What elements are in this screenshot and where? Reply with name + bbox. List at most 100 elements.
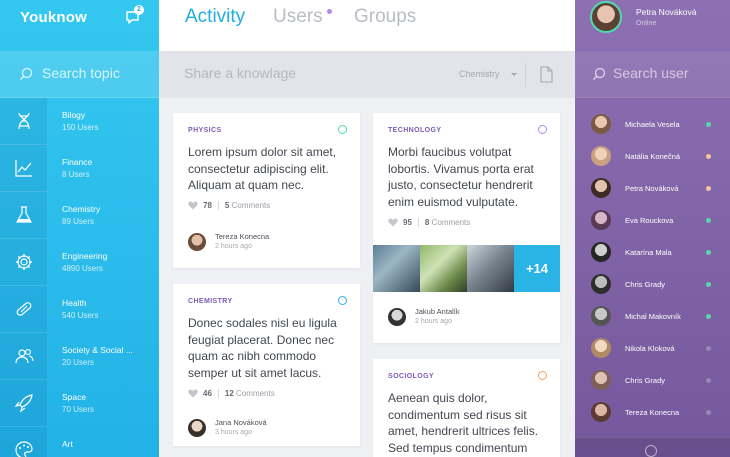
post-tag[interactable]: TECHNOLOGY	[388, 127, 441, 134]
tab-users[interactable]: Users	[273, 6, 332, 28]
user-search-input[interactable]: Search user	[613, 65, 688, 81]
gallery-photo[interactable]	[467, 245, 514, 292]
comments-label: Comments	[236, 389, 275, 398]
share-input[interactable]: Share a knowlage	[184, 65, 296, 81]
gallery-photo[interactable]	[420, 245, 467, 292]
status-dot	[706, 186, 711, 191]
user-list-item[interactable]: Chris Grady	[575, 365, 730, 397]
category-name: Society & Social ...	[62, 345, 133, 355]
category-space[interactable]: Space 70 Users	[0, 380, 159, 427]
user-list-item[interactable]: Katarína Mala	[575, 237, 730, 269]
dna-icon	[17, 112, 30, 130]
user-sidebar: Petra Nováková Online Search user Michae…	[575, 0, 730, 457]
post-tag[interactable]: CHEMISTRY	[188, 298, 233, 305]
heart-icon[interactable]	[388, 218, 398, 227]
user-list-item[interactable]: Michal Makovník	[575, 301, 730, 333]
user-list-item[interactable]: Petra Nováková	[575, 173, 730, 205]
post-card[interactable]: CHEMISTRY Donec sodales nisl eu ligula f…	[173, 284, 360, 446]
chevron-down-icon[interactable]	[511, 73, 517, 76]
messages-button[interactable]: 2	[125, 5, 144, 26]
user-name: Eva Rouckova	[625, 216, 674, 225]
category-finance[interactable]: Finance 8 Users	[0, 145, 159, 192]
comments-link[interactable]: 5 Comments	[225, 201, 270, 210]
category-bilogy[interactable]: Bilogy 150 Users	[0, 98, 159, 145]
category-society[interactable]: Society & Social ... 20 Users	[0, 333, 159, 380]
category-chemistry[interactable]: Chemistry 89 Users	[0, 192, 159, 239]
new-indicator-dot	[326, 9, 332, 14]
comment-count: 12	[224, 389, 234, 398]
more-photos-button[interactable]: +14	[514, 245, 560, 292]
topic-search-input[interactable]: Search topic	[42, 65, 120, 81]
current-user[interactable]: Petra Nováková Online	[575, 0, 730, 51]
status-dot	[706, 314, 711, 319]
status-dot	[706, 410, 711, 415]
user-list-item[interactable]: Tereza Konecna	[575, 397, 730, 429]
category-name: Chemistry	[62, 204, 101, 214]
category-name: Health	[62, 298, 87, 308]
avatar	[591, 306, 611, 326]
category-art[interactable]: Art	[0, 427, 159, 457]
post-card[interactable]: PHYSICS Lorem ipsum dolor sit amet, cons…	[173, 113, 360, 268]
status-dot	[706, 122, 711, 127]
topic-search[interactable]: Search topic	[0, 51, 159, 98]
gallery-photo[interactable]	[373, 245, 420, 292]
status-dot	[706, 378, 711, 383]
tab-groups[interactable]: Groups	[354, 6, 416, 28]
category-engineering[interactable]: Engineering 4890 Users	[0, 239, 159, 286]
post-text: Lorem ipsum dolor sit amet, consectetur …	[188, 145, 337, 192]
gear-icon	[15, 254, 32, 270]
pill-icon	[16, 302, 31, 316]
author-name: Tereza Konecna	[215, 232, 270, 241]
flask-icon	[15, 206, 32, 223]
comments-link[interactable]: 12 Comments	[225, 389, 275, 398]
post-tag[interactable]: SOCIOLOGY	[388, 373, 434, 380]
avatar	[591, 242, 611, 262]
status-dot	[706, 346, 711, 351]
user-list-item[interactable]: Nikola Kloková	[575, 333, 730, 365]
post-text: Donec sodales nisl eu ligula feugiat pla…	[188, 316, 337, 380]
comment-count: 8	[424, 218, 430, 227]
category-count: 70 Users	[62, 405, 95, 414]
attach-document-icon[interactable]	[540, 66, 553, 83]
user-name: Chris Grady	[625, 280, 666, 289]
divider	[525, 63, 526, 87]
photo-gallery[interactable]: +14	[373, 245, 560, 292]
category-health[interactable]: Health 540 Users	[0, 286, 159, 333]
avatar	[591, 114, 611, 134]
tag-color-ring	[538, 371, 547, 380]
post-author[interactable]: Tereza Konecna 2 hours ago	[188, 232, 269, 252]
avatar	[591, 210, 611, 230]
category-count: 89 Users	[62, 217, 95, 226]
tab-users-label: Users	[273, 6, 323, 27]
tag-color-ring	[538, 125, 547, 134]
post-author[interactable]: Jana Nováková 3 hours ago	[188, 418, 267, 438]
user-list-item[interactable]: Eva Rouckova	[575, 205, 730, 237]
search-icon	[593, 67, 606, 80]
user-list-item[interactable]: Chris Grady	[575, 269, 730, 301]
post-text: Aenean quis dolor, condimentum sed risus…	[388, 391, 539, 455]
topic-select[interactable]: Chemistry	[459, 69, 500, 79]
user-search[interactable]: Search user	[575, 51, 730, 98]
app-logo[interactable]: Youknow	[20, 9, 87, 26]
post-author[interactable]: Jakub Antalík 2 hours ago	[388, 307, 460, 327]
user-name: Natália Konečná	[625, 152, 681, 161]
post-card[interactable]: TECHNOLOGY Morbi faucibus volutpat lobor…	[373, 113, 560, 343]
user-name: Petra Nováková	[625, 184, 679, 193]
comments-link[interactable]: 8 Comments	[425, 218, 470, 227]
message-count-badge: 2	[134, 5, 144, 15]
avatar	[590, 1, 622, 33]
heart-icon[interactable]	[188, 201, 198, 210]
heart-icon[interactable]	[188, 389, 198, 398]
post-tag[interactable]: PHYSICS	[188, 127, 222, 134]
user-list-item[interactable]: Natália Konečná	[575, 141, 730, 173]
user-name: Tereza Konecna	[625, 408, 680, 417]
add-user-icon[interactable]	[645, 445, 657, 457]
author-name: Jakub Antalík	[415, 307, 460, 316]
tab-activity[interactable]: Activity	[185, 6, 245, 28]
user-list-item[interactable]: Michaela Vesela	[575, 109, 730, 141]
post-time: 3 hours ago	[215, 429, 252, 436]
like-count: 46	[203, 389, 212, 398]
user-sidebar-footer	[575, 437, 730, 457]
post-card[interactable]: SOCIOLOGY Aenean quis dolor, condimentum…	[373, 359, 560, 457]
category-name: Space	[62, 392, 87, 402]
